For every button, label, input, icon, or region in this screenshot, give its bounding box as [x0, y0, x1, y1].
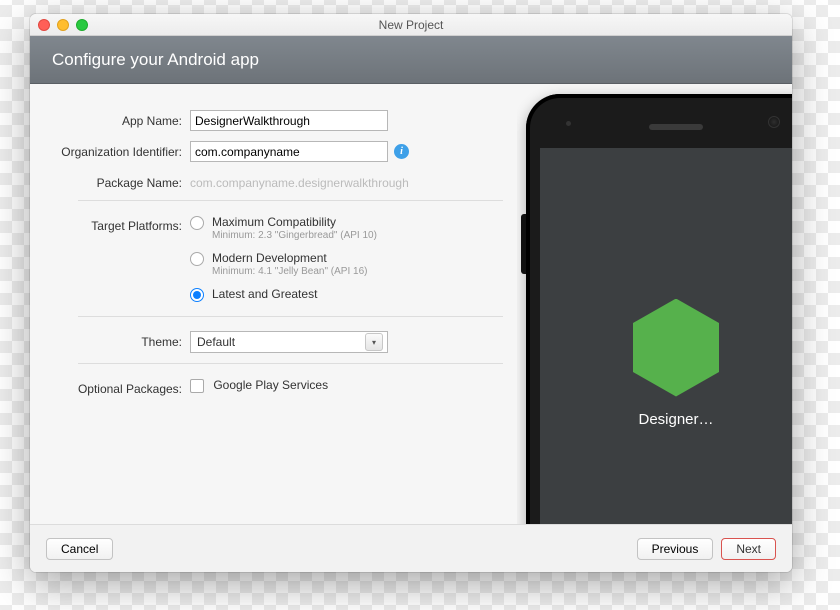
- package-name-value: com.companyname.designerwalkthrough: [190, 172, 503, 190]
- target-platforms-label: Target Platforms:: [40, 215, 190, 233]
- previous-button[interactable]: Previous: [637, 538, 714, 560]
- app-name-label: App Name:: [40, 110, 190, 128]
- titlebar: New Project: [30, 14, 792, 36]
- divider: [78, 316, 503, 317]
- cancel-button[interactable]: Cancel: [46, 538, 113, 560]
- footer: Cancel Previous Next: [30, 524, 792, 572]
- org-id-input[interactable]: [190, 141, 388, 162]
- main-content: App Name: Organization Identifier: i Pac…: [30, 84, 792, 524]
- config-form: App Name: Organization Identifier: i Pac…: [30, 84, 517, 524]
- theme-label: Theme:: [40, 331, 190, 349]
- radio-modern-dev[interactable]: [190, 252, 204, 266]
- radio-max-compat-sub: Minimum: 2.3 "Gingerbread" (API 10): [212, 230, 377, 241]
- page-title: Configure your Android app: [52, 50, 259, 70]
- page-header: Configure your Android app: [30, 36, 792, 84]
- chevron-down-icon: ▾: [365, 333, 383, 351]
- divider: [78, 363, 503, 364]
- device-preview: Designer…: [517, 84, 792, 524]
- google-play-label: Google Play Services: [213, 378, 328, 392]
- dialog-window: New Project Configure your Android app A…: [30, 14, 792, 572]
- radio-max-compat-label: Maximum Compatibility: [212, 215, 377, 229]
- optional-packages-label: Optional Packages:: [40, 378, 190, 396]
- package-name-label: Package Name:: [40, 172, 190, 190]
- phone-camera-icon: [768, 116, 780, 128]
- preview-app-name: Designer…: [638, 411, 713, 428]
- divider: [78, 200, 503, 201]
- radio-latest[interactable]: [190, 288, 204, 302]
- radio-modern-dev-label: Modern Development: [212, 251, 368, 265]
- phone-side-button: [521, 214, 526, 274]
- phone-mockup: Designer…: [526, 94, 792, 524]
- radio-max-compat[interactable]: [190, 216, 204, 230]
- theme-value: Default: [197, 335, 235, 349]
- window-title: New Project: [30, 18, 792, 32]
- info-icon[interactable]: i: [394, 144, 409, 159]
- phone-screen: Designer…: [540, 148, 792, 524]
- phone-speaker-icon: [649, 124, 703, 130]
- app-name-input[interactable]: [190, 110, 388, 131]
- google-play-checkbox[interactable]: [190, 379, 204, 393]
- theme-select[interactable]: Default ▾: [190, 331, 388, 353]
- radio-modern-dev-sub: Minimum: 4.1 "Jelly Bean" (API 16): [212, 266, 368, 277]
- phone-sensor-icon: [566, 121, 571, 126]
- next-button[interactable]: Next: [721, 538, 776, 560]
- app-icon-hexagon: [633, 299, 719, 397]
- org-id-label: Organization Identifier:: [40, 141, 190, 159]
- radio-latest-label: Latest and Greatest: [212, 287, 317, 301]
